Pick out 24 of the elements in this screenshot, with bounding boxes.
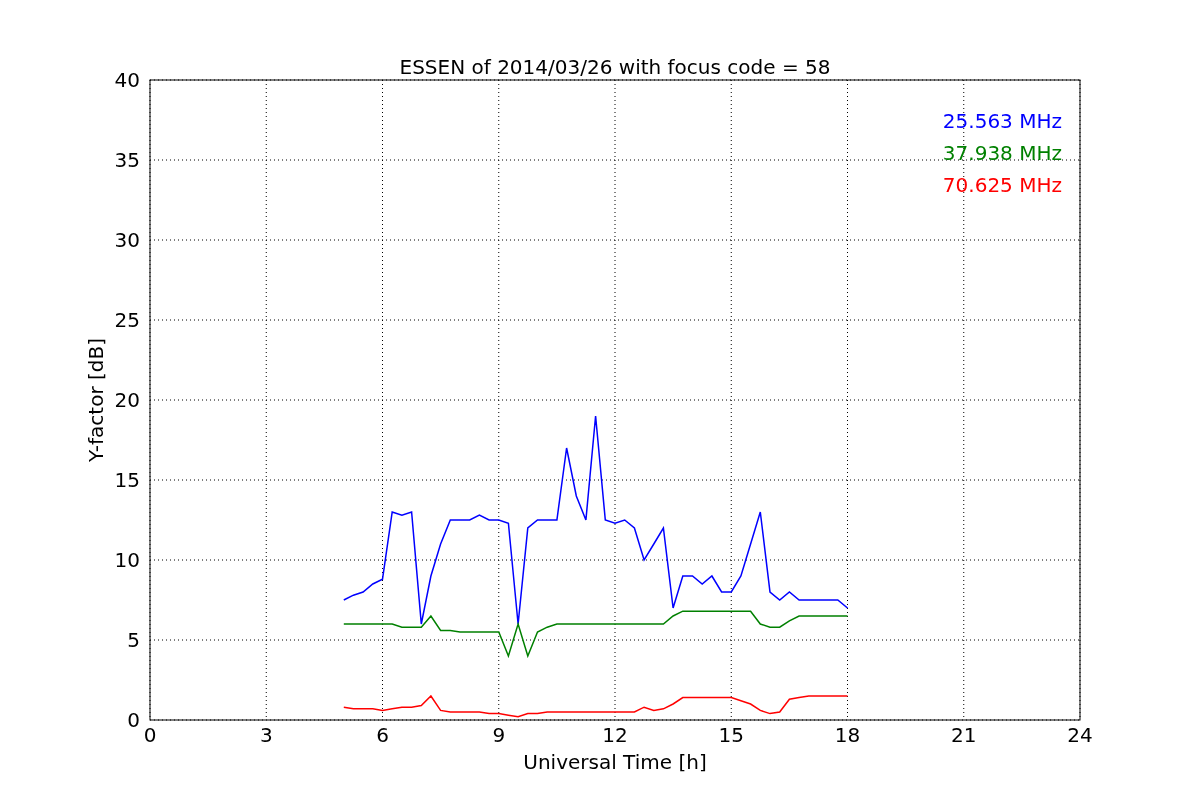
y-tick-label: 0 bbox=[127, 708, 140, 732]
y-tick-label: 5 bbox=[127, 628, 140, 652]
legend-label: 25.563 MHz bbox=[942, 109, 1062, 133]
chart-title: ESSEN of 2014/03/26 with focus code = 58 bbox=[399, 55, 831, 79]
legend-label: 37.938 MHz bbox=[942, 141, 1062, 165]
x-tick-label: 24 bbox=[1067, 723, 1093, 747]
x-axis-label: Universal Time [h] bbox=[523, 750, 707, 774]
x-tick-label: 0 bbox=[143, 723, 157, 747]
y-tick-label: 10 bbox=[114, 548, 140, 572]
x-tick-label: 18 bbox=[834, 723, 861, 747]
y-tick-label: 40 bbox=[114, 68, 140, 92]
y-tick-label: 15 bbox=[114, 468, 140, 492]
y-tick-label: 30 bbox=[114, 228, 140, 252]
legend-label: 70.625 MHz bbox=[942, 173, 1062, 197]
y-tick-label: 20 bbox=[114, 388, 140, 412]
y-tick-label: 35 bbox=[114, 148, 140, 172]
x-tick-label: 15 bbox=[718, 723, 744, 747]
x-tick-label: 3 bbox=[259, 723, 273, 747]
x-tick-label: 12 bbox=[602, 723, 628, 747]
x-tick-label: 9 bbox=[492, 723, 506, 747]
y-tick-label: 25 bbox=[114, 308, 140, 332]
y-axis-label: Y-factor [dB] bbox=[84, 338, 108, 462]
x-tick-label: 6 bbox=[376, 723, 389, 747]
x-tick-label: 21 bbox=[951, 723, 977, 747]
